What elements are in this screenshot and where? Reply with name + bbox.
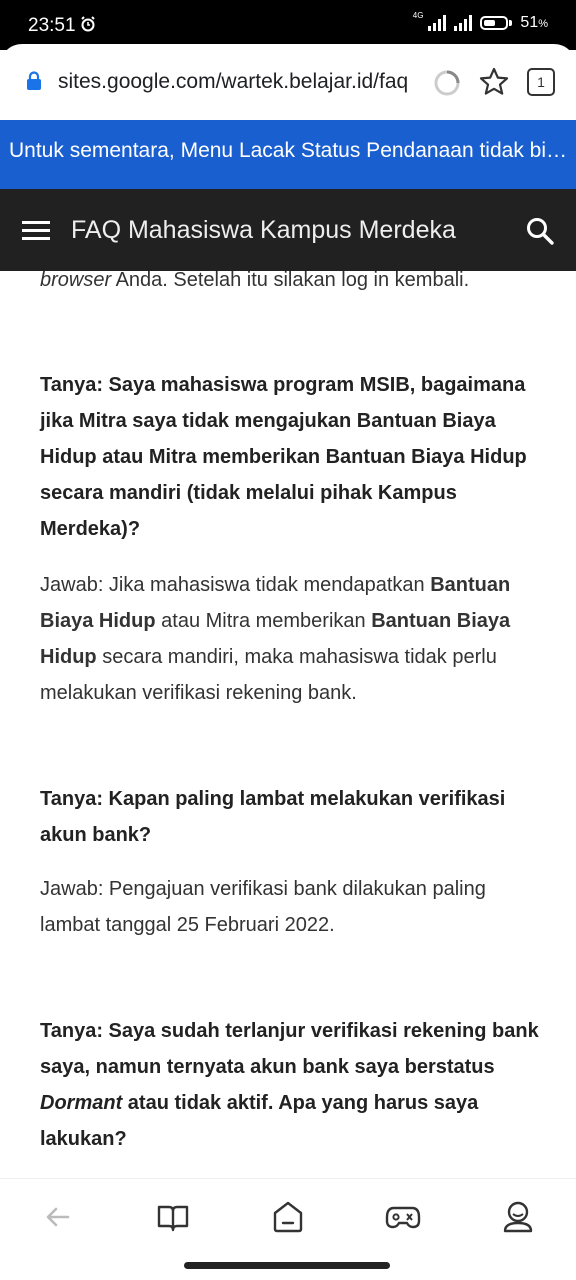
battery-tip bbox=[509, 20, 513, 26]
menu-icon[interactable] bbox=[22, 221, 50, 241]
faq-content: browser Anda. Setelah itu silakan log in… bbox=[40, 265, 540, 1157]
partial-line-italic: browser bbox=[40, 269, 112, 291]
profile-icon[interactable] bbox=[500, 1199, 536, 1235]
bookmark-star-icon[interactable] bbox=[478, 66, 510, 98]
answer-2: Jawab: Pengajuan verifikasi bank dilakuk… bbox=[40, 878, 486, 936]
status-bar: 23:51 4G 51% bbox=[0, 0, 576, 50]
battery-value: 51 bbox=[520, 14, 539, 31]
battery-unit: % bbox=[538, 18, 548, 30]
alarm-icon bbox=[81, 16, 95, 32]
search-icon[interactable] bbox=[524, 215, 556, 247]
question-3-text-1: Tanya: Saya sudah terlanjur verifikasi r… bbox=[40, 1020, 539, 1078]
question-2: Tanya: Kapan paling lambat melakukan ver… bbox=[40, 788, 506, 846]
back-icon[interactable] bbox=[40, 1199, 76, 1235]
book-icon[interactable] bbox=[155, 1199, 191, 1235]
banner-text: Untuk sementara, Menu Lacak Status Penda… bbox=[9, 139, 569, 162]
answer-1-text-2: atau Mitra memberikan bbox=[155, 610, 372, 632]
status-time: 23:51 bbox=[28, 15, 76, 36]
question-1: Tanya: Saya mahasiswa program MSIB, baga… bbox=[40, 374, 527, 540]
site-title[interactable]: FAQ Mahasiswa Kampus Merdeka bbox=[71, 216, 456, 245]
tab-count-button[interactable]: 1 bbox=[527, 68, 555, 96]
home-indicator[interactable] bbox=[184, 1262, 390, 1269]
lock-icon[interactable] bbox=[24, 71, 44, 91]
bottom-navigation bbox=[0, 1178, 576, 1259]
network-type: 4G bbox=[412, 10, 424, 20]
question-3-italic: Dormant bbox=[40, 1092, 123, 1114]
answer-1: Jawab: Jika mahasiswa tidak mendapatkan … bbox=[40, 567, 540, 711]
answer-1-text-1: Jawab: Jika mahasiswa tidak mendapatkan bbox=[40, 574, 431, 596]
partial-line-text: Anda. Setelah itu silakan log in kembali… bbox=[111, 269, 470, 291]
home-icon[interactable] bbox=[270, 1199, 306, 1235]
site-header: FAQ Mahasiswa Kampus Merdeka bbox=[0, 189, 576, 271]
answer-1-text-3: secara mandiri, maka mahasiswa tidak per… bbox=[40, 646, 497, 704]
battery-percent: 51% bbox=[520, 14, 548, 32]
url-field[interactable]: sites.google.com/wartek.belajar.id/faq bbox=[58, 70, 418, 94]
battery-icon bbox=[480, 16, 509, 30]
signal-icon bbox=[428, 15, 447, 31]
signal-icon-2 bbox=[454, 15, 473, 31]
game-icon[interactable] bbox=[385, 1199, 421, 1235]
question-3: Tanya: Saya sudah terlanjur verifikasi r… bbox=[40, 1013, 540, 1157]
loading-icon[interactable] bbox=[432, 68, 462, 98]
announcement-banner[interactable]: Untuk sementara, Menu Lacak Status Penda… bbox=[0, 120, 576, 189]
address-bar: sites.google.com/wartek.belajar.id/faq 1 bbox=[0, 44, 576, 120]
partial-line: browser Anda. Setelah itu silakan log in… bbox=[40, 262, 540, 298]
